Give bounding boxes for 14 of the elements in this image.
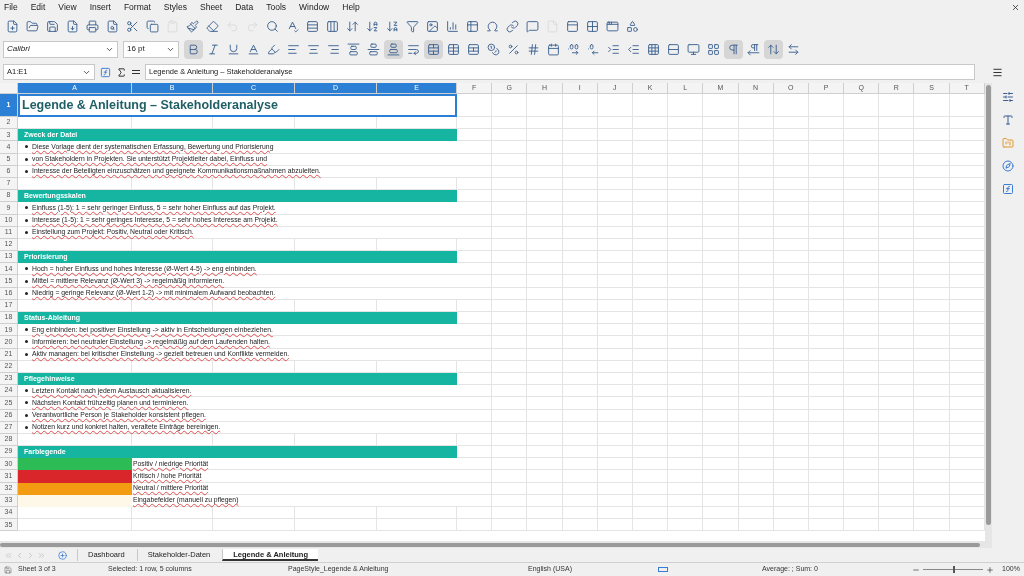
font-name-field[interactable]: Calibri — [3, 40, 118, 58]
menu-item[interactable]: Help — [342, 1, 360, 14]
font-size-field[interactable]: 16 pt — [123, 40, 179, 58]
menu-item[interactable]: Format — [123, 1, 151, 14]
menu-item[interactable]: Styles — [163, 1, 187, 14]
menu-item[interactable]: Data — [235, 1, 254, 14]
title-cell: Legende & Anleitung – Stakeholderanalyse — [18, 94, 457, 117]
menu-item[interactable]: File — [4, 1, 18, 14]
menu-item[interactable]: Tools — [266, 1, 286, 14]
menu-item[interactable]: Window — [299, 1, 330, 14]
menu-item[interactable]: Sheet — [200, 1, 223, 14]
menu-item[interactable]: Insert — [89, 1, 111, 14]
menu-item[interactable]: View — [58, 1, 77, 14]
menu-item[interactable]: Edit — [30, 1, 46, 14]
